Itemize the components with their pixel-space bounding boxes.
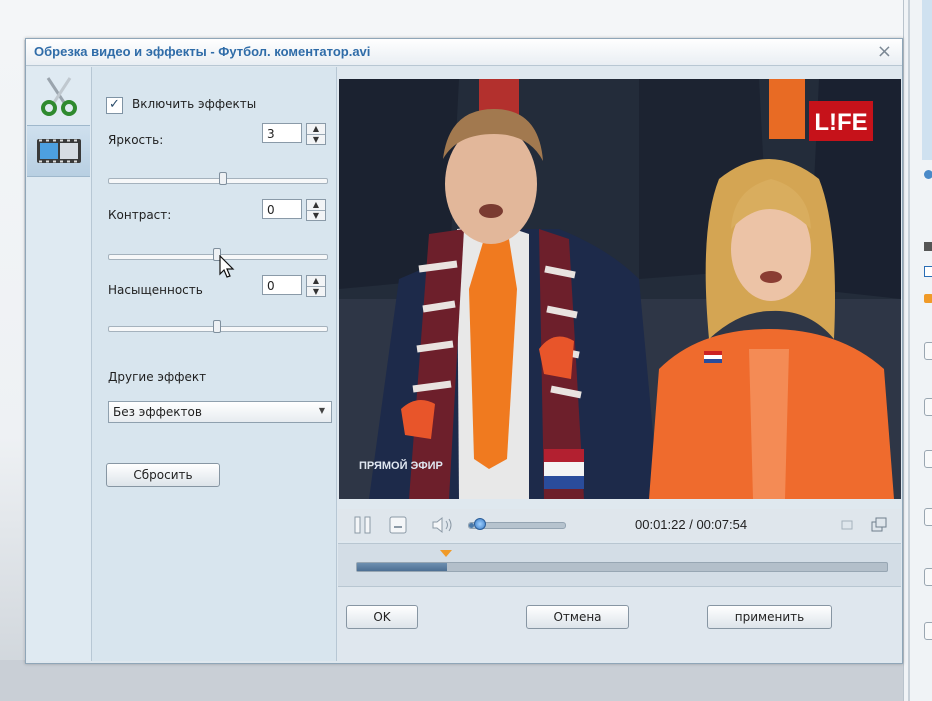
saturation-slider[interactable] xyxy=(108,320,328,333)
pause-icon[interactable] xyxy=(352,515,374,535)
chevron-down-icon: ▼ xyxy=(318,406,325,415)
contrast-slider[interactable] xyxy=(108,248,328,261)
player-controls: 00:01:22 / 00:07:54 xyxy=(338,509,901,541)
channel-logo: L!FE xyxy=(814,109,867,136)
dot-icon xyxy=(924,170,932,179)
background-app-bottom xyxy=(0,660,932,701)
contrast-stepper[interactable]: 0 ▲ ▼ xyxy=(262,199,326,221)
close-button[interactable]: × xyxy=(877,41,892,62)
saturation-arrows[interactable]: ▲ ▼ xyxy=(306,275,326,297)
dialog-title: Обрезка видео и эффекты - Футбол. комент… xyxy=(34,44,371,59)
mouse-cursor-icon xyxy=(219,255,235,278)
brightness-arrows[interactable]: ▲ ▼ xyxy=(306,123,326,145)
volume-icon[interactable] xyxy=(430,515,456,535)
tool-icon xyxy=(924,242,932,251)
brightness-slider-thumb[interactable] xyxy=(219,172,227,185)
side-button[interactable] xyxy=(924,342,932,360)
live-caption: ПРЯМОЙ ЭФИР xyxy=(359,459,443,472)
other-effects-select[interactable]: Без эффектов ▼ xyxy=(108,401,332,423)
dialog-buttons: OK Отмена применить xyxy=(338,587,901,661)
apply-button[interactable]: применить xyxy=(707,605,832,629)
stop-icon[interactable] xyxy=(388,515,410,535)
side-button[interactable] xyxy=(924,398,932,416)
contrast-label: Контраст: xyxy=(108,208,172,222)
cancel-button[interactable]: Отмена xyxy=(526,605,629,629)
side-button[interactable] xyxy=(924,508,932,526)
video-preview: L!FE ПРЯМОЙ ЭФИР xyxy=(339,79,901,499)
tool-column xyxy=(27,67,92,661)
preview-area xyxy=(922,0,932,160)
effects-tool-button[interactable] xyxy=(27,125,90,177)
saturation-value[interactable]: 0 xyxy=(262,275,302,295)
other-effects-label: Другие эффект xyxy=(108,370,207,384)
saturation-label: Насыщенность xyxy=(108,283,203,297)
brightness-slider[interactable] xyxy=(108,172,328,185)
effects-panel: ✓ Включить эффекты Яркость: 3 ▲ ▼ Контрас… xyxy=(92,67,337,661)
contrast-value[interactable]: 0 xyxy=(262,199,302,219)
panel-divider xyxy=(908,0,910,701)
trim-tool-button[interactable] xyxy=(27,71,90,121)
brightness-slider-track xyxy=(108,178,328,184)
film-effects-icon xyxy=(36,139,81,163)
scissors-icon xyxy=(40,77,77,116)
window-icon xyxy=(924,266,932,277)
brightness-label: Яркость: xyxy=(108,133,164,147)
side-button[interactable] xyxy=(924,568,932,586)
position-marker[interactable] xyxy=(440,550,452,557)
brightness-stepper[interactable]: 3 ▲ ▼ xyxy=(262,123,326,145)
timeline-track[interactable] xyxy=(356,562,888,572)
timeline-selection xyxy=(357,563,447,571)
saturation-slider-thumb[interactable] xyxy=(213,320,221,333)
enable-effects-checkbox[interactable]: ✓ xyxy=(106,97,123,114)
saturation-stepper[interactable]: 0 ▲ ▼ xyxy=(262,275,326,297)
background-app-right-panel xyxy=(903,0,932,701)
background-app-top xyxy=(0,0,932,40)
volume-slider[interactable] xyxy=(468,518,566,530)
speaker-icon xyxy=(924,294,932,303)
brightness-value[interactable]: 3 xyxy=(262,123,302,143)
time-display: 00:01:22 / 00:07:54 xyxy=(635,517,748,532)
fullscreen-icon[interactable] xyxy=(870,516,888,534)
side-button[interactable] xyxy=(924,622,932,640)
ok-button[interactable]: OK xyxy=(346,605,418,629)
other-effects-selected: Без эффектов xyxy=(113,405,202,419)
side-button[interactable] xyxy=(924,450,932,468)
reset-button[interactable]: Сбросить xyxy=(106,463,220,487)
enable-effects-label: Включить эффекты xyxy=(132,97,257,111)
dialog-titlebar: Обрезка видео и эффекты - Футбол. комент… xyxy=(26,39,902,66)
volume-knob[interactable] xyxy=(474,518,486,530)
contrast-arrows[interactable]: ▲ ▼ xyxy=(306,199,326,221)
trim-timeline[interactable] xyxy=(338,543,901,587)
trim-effects-dialog: Обрезка видео и эффекты - Футбол. комент… xyxy=(25,38,903,664)
background-app-left xyxy=(0,40,24,701)
minimize-view-icon[interactable] xyxy=(840,518,854,532)
